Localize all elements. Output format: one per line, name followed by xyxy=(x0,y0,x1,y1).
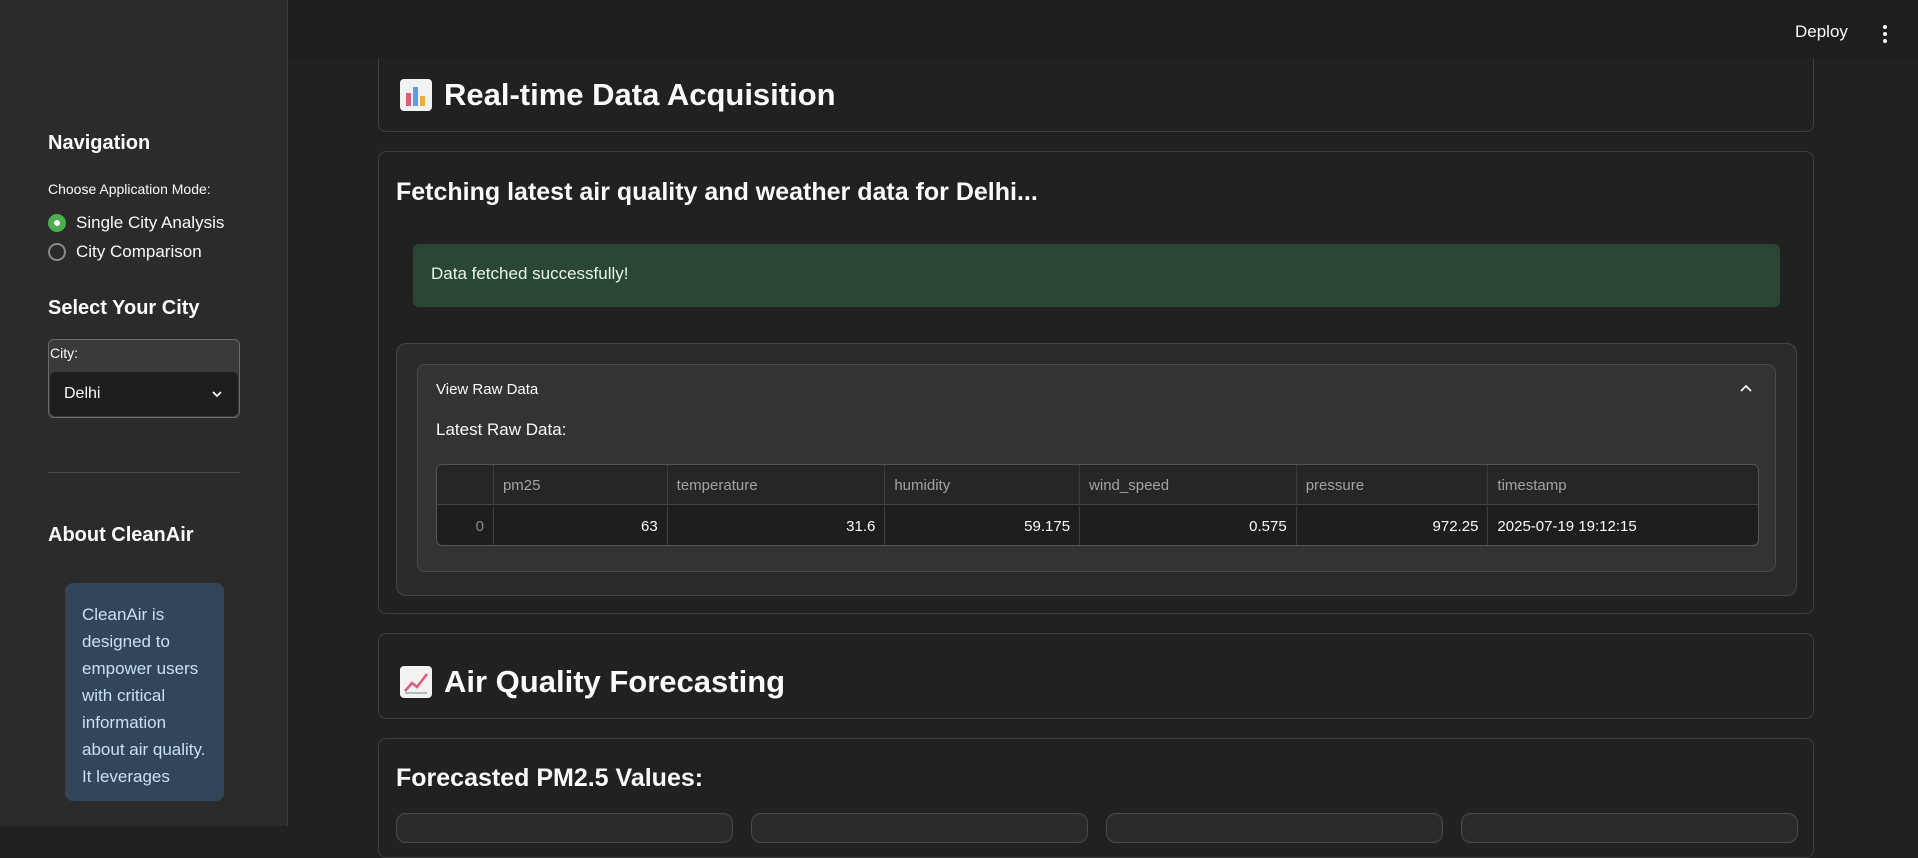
forecast-metric-card xyxy=(1106,813,1443,843)
top-bar xyxy=(289,0,1918,60)
radio-label: City Comparison xyxy=(76,242,202,261)
table-cell[interactable]: 2025-07-19 19:12:15 xyxy=(1488,506,1758,545)
table-cell[interactable]: 63 xyxy=(494,506,668,545)
city-heading: Select Your City xyxy=(48,297,200,319)
table-header-cell[interactable]: wind_speed xyxy=(1080,465,1297,505)
table-header-cell[interactable]: pm25 xyxy=(494,465,668,505)
forecast-metric-card xyxy=(1461,813,1798,843)
city-select[interactable]: Delhi xyxy=(50,372,238,416)
radio-label: Single City Analysis xyxy=(76,213,225,232)
expander-toggle-label[interactable]: View Raw Data xyxy=(436,381,538,398)
city-value: Delhi xyxy=(64,385,101,402)
table-header-cell[interactable]: pressure xyxy=(1297,465,1489,505)
sidebar: Navigation Choose Application Mode: Sing… xyxy=(0,0,288,826)
table-cell[interactable]: 59.175 xyxy=(885,506,1081,545)
table-cell[interactable]: 31.6 xyxy=(668,506,886,545)
bar-chart-icon xyxy=(400,79,432,111)
radio-selected-icon xyxy=(48,214,66,232)
raw-data-label: Latest Raw Data: xyxy=(436,420,567,439)
mode-label: Choose Application Mode: xyxy=(48,181,211,197)
main-menu-icon[interactable] xyxy=(1876,22,1894,46)
forecast-metric-card xyxy=(396,813,733,843)
forecasting-title-text: Air Quality Forecasting xyxy=(444,664,786,699)
fetching-heading: Fetching latest air quality and weather … xyxy=(396,178,1038,206)
radio-city-comparison[interactable]: City Comparison xyxy=(48,240,202,264)
table-header-cell[interactable]: timestamp xyxy=(1488,465,1758,505)
forecasting-title: Air Quality Forecasting xyxy=(400,664,785,700)
table-header-cell[interactable]: humidity xyxy=(885,465,1081,505)
line-chart-icon xyxy=(400,666,432,698)
navigation-heading: Navigation xyxy=(48,132,151,154)
radio-single-city[interactable]: Single City Analysis xyxy=(48,211,224,235)
forecast-metric-card xyxy=(751,813,1088,843)
success-alert: Data fetched successfully! xyxy=(413,244,1780,307)
forecast-subtitle: Forecasted PM2.5 Values: xyxy=(396,764,704,792)
table-header-cell xyxy=(437,465,494,505)
about-info-box: CleanAir is designed to empower users wi… xyxy=(65,583,224,801)
acquisition-title-text: Real-time Data Acquisition xyxy=(444,77,836,112)
city-select-container: City: Delhi xyxy=(48,339,240,418)
radio-unselected-icon xyxy=(48,243,66,261)
acquisition-title: Real-time Data Acquisition xyxy=(400,77,836,113)
chevron-up-icon[interactable] xyxy=(1738,381,1754,397)
table-header-cell[interactable]: temperature xyxy=(668,465,886,505)
table-cell[interactable]: 0.575 xyxy=(1080,506,1297,545)
table-header-row: pm25 temperature humidity wind_speed pre… xyxy=(437,465,1758,505)
table-cell: 0 xyxy=(437,506,494,545)
table-cell[interactable]: 972.25 xyxy=(1297,506,1489,545)
city-label: City: xyxy=(50,345,78,361)
table-row: 0 63 31.6 59.175 0.575 972.25 2025-07-19… xyxy=(437,506,1758,545)
raw-data-table[interactable]: pm25 temperature humidity wind_speed pre… xyxy=(436,464,1759,546)
deploy-button[interactable]: Deploy xyxy=(1795,22,1848,42)
about-heading: About CleanAir xyxy=(48,524,194,546)
chevron-down-icon xyxy=(212,391,222,398)
sidebar-divider xyxy=(48,472,240,473)
